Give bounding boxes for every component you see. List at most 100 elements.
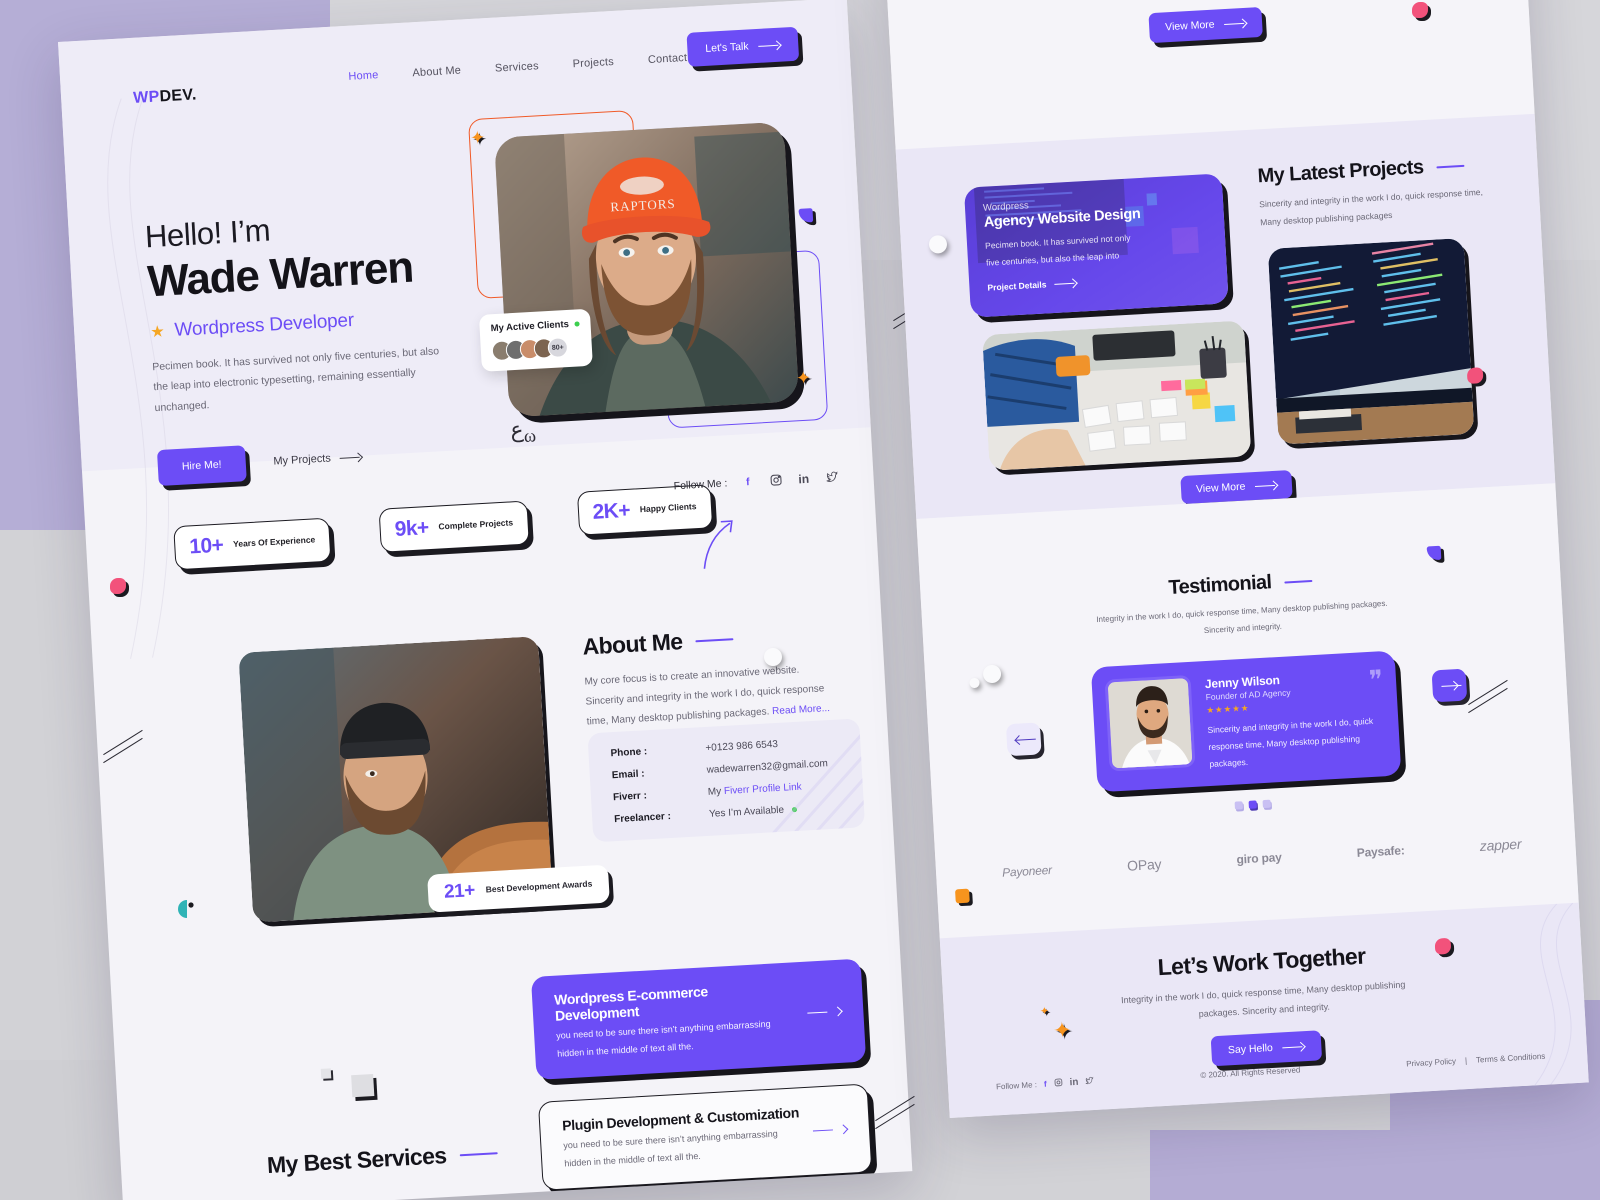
about-copy: About Me My core focus is to create an i…: [582, 620, 837, 733]
client-avatars: 80+: [491, 336, 581, 362]
decor-lines: [100, 729, 146, 772]
sparkle-icon-small: ✦: [1039, 1005, 1050, 1018]
heading-rule: [1284, 579, 1313, 584]
cta-paragraph: Integrity in the work I do, quick respon…: [1120, 979, 1406, 1019]
testimonial-quote: Sincerity and integrity in the work I do…: [1207, 715, 1374, 769]
info-key: Freelancer :: [613, 811, 672, 826]
facebook-icon[interactable]: f: [1044, 1080, 1047, 1089]
stripes-decor: [772, 723, 866, 834]
decor-circle: [764, 648, 782, 666]
heading-rule: [1436, 164, 1465, 168]
testimonial-prev-button[interactable]: [1005, 722, 1042, 757]
hire-me-button[interactable]: Hire Me!: [156, 445, 247, 487]
testimonial-card: Jenny Wilson Founder of AD Agency ★★★★★ …: [1090, 650, 1402, 793]
linkedin-icon[interactable]: in: [796, 471, 812, 487]
project-desc: Pecimen book. It has survived not only f…: [984, 232, 1131, 268]
footer-separator: |: [1464, 1056, 1468, 1066]
testimonial-next-button[interactable]: [1431, 668, 1468, 703]
testimonial-dot-1[interactable]: [1234, 801, 1243, 810]
sparkle-icon: ✦: [1052, 1017, 1073, 1044]
logo-accent: WP: [132, 88, 161, 107]
portrait-illustration: RAPTORS: [494, 121, 800, 418]
arrow-right-icon: [340, 453, 362, 463]
services-view-more-button[interactable]: View More: [1148, 6, 1264, 44]
project-card-featured[interactable]: Wordpress Agency Website Design Pecimen …: [963, 173, 1229, 318]
read-more-link[interactable]: Read More...: [772, 703, 830, 717]
arrow-right-icon: [1224, 18, 1246, 28]
nav-item-contact[interactable]: Contact: [648, 52, 688, 66]
workshop-illustration: [982, 320, 1252, 471]
about-heading: About Me: [581, 628, 684, 660]
decor-lines: [1465, 679, 1511, 722]
instagram-icon[interactable]: [768, 472, 784, 488]
stat-number: 9k+: [394, 516, 430, 541]
arrow-right-icon: [1283, 1042, 1305, 1052]
nav-item-services[interactable]: Services: [495, 60, 539, 74]
arrow-right-icon: [1054, 278, 1076, 288]
info-key: Email :: [611, 768, 645, 782]
stat-card: 10+ Years Of Experience: [173, 517, 332, 571]
heading-rule: [695, 637, 734, 642]
projects-copy: My Latest Projects Sincerity and integri…: [1257, 153, 1490, 232]
privacy-policy-link[interactable]: Privacy Policy: [1406, 1057, 1456, 1069]
follow-me-row: Follow Me : f in: [673, 469, 839, 493]
online-status-dot: [574, 321, 580, 327]
about-heading-row: About Me: [582, 620, 833, 661]
avatar-overflow-count: 80+: [547, 337, 569, 359]
testimonial-portrait: [1107, 677, 1196, 772]
awards-number: 21+: [443, 880, 476, 903]
sparkle-icon: ✦: [795, 367, 812, 389]
instagram-icon[interactable]: [1053, 1078, 1063, 1089]
squiggle-decor: عω: [509, 416, 537, 446]
decor-lines: [872, 1095, 918, 1138]
active-clients-card[interactable]: My Active Clients 80+: [478, 308, 594, 372]
service-card-ecommerce[interactable]: Wordpress E-commerce Development you nee…: [530, 958, 867, 1080]
decor-square-small: [320, 1068, 332, 1079]
nav-item-projects[interactable]: Projects: [572, 56, 614, 70]
stat-label: Complete Projects: [438, 517, 514, 532]
say-hello-button[interactable]: Say Hello: [1210, 1030, 1323, 1067]
service-card-plugin[interactable]: Plugin Development & Customization you n…: [537, 1083, 873, 1191]
twitter-icon[interactable]: [824, 469, 840, 485]
brand-zapper: zapper: [1479, 835, 1522, 855]
decor-shape-pink: [110, 578, 126, 594]
testimonial-dot-2[interactable]: [1248, 800, 1257, 809]
decor-shape-teal: [178, 900, 196, 923]
nav-item-home[interactable]: Home: [348, 69, 379, 83]
hero-paragraph: Pecimen book. It has survived not only f…: [151, 345, 440, 415]
info-key: Phone :: [610, 746, 648, 760]
about-paragraph-text: My core focus is to create an innovative…: [584, 664, 825, 728]
arrow-right-icon: [758, 40, 780, 50]
my-projects-button[interactable]: My Projects: [273, 451, 362, 468]
footer-follow-label: Follow Me :: [995, 1080, 1038, 1092]
arrow-left-icon: [1016, 734, 1032, 744]
arrow-right-icon: [1255, 480, 1277, 490]
contact-info-panel: Phone : +0123 986 6543 Email : wadewarre…: [587, 718, 866, 843]
hero-copy: Hello! I’m Wade Warren ★ Wordpress Devel…: [144, 201, 488, 487]
my-projects-label: My Projects: [273, 452, 332, 469]
facebook-icon[interactable]: f: [740, 474, 756, 490]
stat-number: 2K+: [591, 498, 631, 524]
follow-me-label: Follow Me :: [673, 476, 728, 492]
testimonial-dot-3[interactable]: [1262, 799, 1271, 809]
stats-strip: 10+ Years Of Experience 9k+ Complete Pro…: [173, 484, 713, 571]
arrow-right-icon: [807, 1007, 841, 1018]
twitter-icon[interactable]: [1085, 1076, 1095, 1087]
site-logo[interactable]: WPDEV.: [133, 86, 197, 108]
project-details-link[interactable]: Project Details: [987, 270, 1209, 292]
logo-rest: DEV.: [159, 86, 198, 106]
lets-talk-button[interactable]: Let's Talk: [686, 26, 800, 67]
decor-square: [351, 1074, 375, 1098]
quote-icon: ❞: [1368, 665, 1384, 695]
hero-role: Wordpress Developer: [174, 309, 355, 341]
brand-giropay: giro pay: [1236, 850, 1282, 867]
linkedin-icon[interactable]: in: [1069, 1077, 1078, 1088]
stat-card: 9k+ Complete Projects: [378, 500, 530, 553]
stat-label: Happy Clients: [639, 501, 697, 515]
brand-paysafe: Paysafe:: [1356, 843, 1405, 860]
fiverr-prefix: My: [707, 786, 725, 798]
project-image-monitor: [1267, 238, 1475, 445]
mockup-page-left: WPDEV. Home About Me Services Projects C…: [58, 0, 913, 1200]
hero-photo-wrapper: RAPTORS: [494, 121, 800, 418]
sparkle-icon: ✦: [469, 127, 486, 149]
